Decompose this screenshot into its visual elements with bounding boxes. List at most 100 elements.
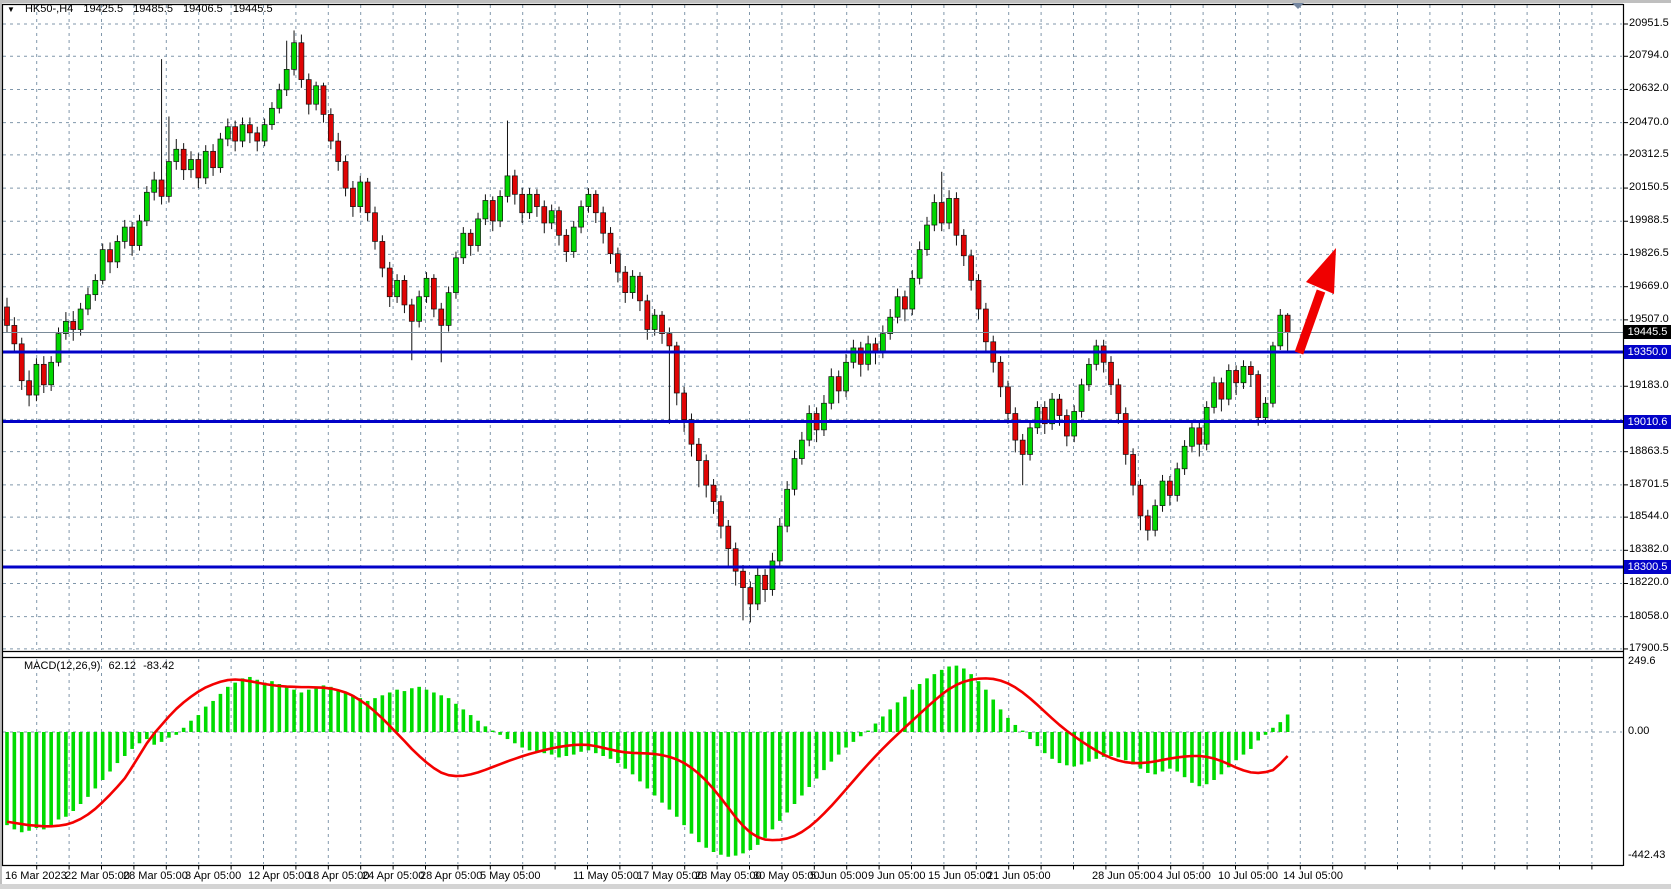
candle-body xyxy=(1086,364,1091,384)
candle-body xyxy=(866,344,871,364)
candle-body xyxy=(660,315,665,333)
candle-body xyxy=(880,334,885,352)
candle-body xyxy=(269,108,274,124)
candle-body xyxy=(623,272,628,292)
candle-body xyxy=(615,254,620,272)
candle-body xyxy=(78,309,83,329)
candle-body xyxy=(144,192,149,221)
candle-body xyxy=(939,203,944,223)
candle-body xyxy=(1101,346,1106,362)
candle-body xyxy=(1131,454,1136,485)
candle-body xyxy=(1278,315,1283,346)
candle-body xyxy=(358,182,363,207)
candle-body xyxy=(520,194,525,212)
candle-body xyxy=(130,227,135,245)
candle-body xyxy=(137,221,142,246)
candle-body xyxy=(395,280,400,296)
candle-body xyxy=(365,182,370,213)
candle-body xyxy=(645,301,650,330)
candle-body xyxy=(512,176,517,194)
candle-body xyxy=(652,315,657,329)
candle-body xyxy=(836,377,841,391)
candle-body xyxy=(1167,481,1172,495)
candle-body xyxy=(1197,428,1202,444)
candle-body xyxy=(1064,416,1069,436)
candle-body xyxy=(277,90,282,108)
candle-body xyxy=(181,149,186,169)
candle-body xyxy=(983,309,988,342)
candle-body xyxy=(490,200,495,220)
candle-body xyxy=(586,194,591,206)
candle-body xyxy=(711,485,716,501)
chart-canvas[interactable] xyxy=(0,0,1671,889)
candle-body xyxy=(785,489,790,526)
candle-body xyxy=(954,198,959,235)
candle-body xyxy=(542,207,547,223)
candle-body xyxy=(1263,403,1268,417)
candle-body xyxy=(174,149,179,161)
window-bottom-edge xyxy=(0,884,1671,889)
candle-body xyxy=(284,69,289,89)
candle-body xyxy=(895,297,900,317)
candle-body xyxy=(1270,346,1275,403)
candle-body xyxy=(314,86,319,104)
candle-body xyxy=(350,188,355,206)
candle-body xyxy=(453,258,458,293)
candle-body xyxy=(807,413,812,440)
candle-body xyxy=(122,227,127,241)
candle-body xyxy=(888,317,893,333)
candle-body xyxy=(925,225,930,250)
candle-body xyxy=(1285,315,1290,332)
candle-body xyxy=(483,200,488,218)
candle-body xyxy=(476,219,481,246)
candle-body xyxy=(5,307,10,325)
candle-body xyxy=(262,125,267,141)
candle-body xyxy=(93,280,98,294)
candle-body xyxy=(1219,383,1224,399)
candle-body xyxy=(741,571,746,587)
candle-body xyxy=(1094,346,1099,364)
candle-body xyxy=(461,233,466,258)
candle-body xyxy=(63,321,68,333)
candle-body xyxy=(682,393,687,420)
candle-body xyxy=(1212,383,1217,408)
chart-background xyxy=(0,0,1671,889)
candle-body xyxy=(976,280,981,309)
candle-body xyxy=(56,334,61,363)
candle-body xyxy=(233,127,238,141)
candle-body xyxy=(851,348,856,362)
candle-body xyxy=(947,198,952,223)
candle-body xyxy=(1057,399,1062,415)
candle-body xyxy=(777,526,782,561)
candle-body xyxy=(321,86,326,115)
candle-body xyxy=(505,176,510,196)
candle-body xyxy=(12,325,17,343)
candle-body xyxy=(387,268,392,297)
candle-body xyxy=(211,151,216,167)
candle-body xyxy=(299,43,304,80)
candle-body xyxy=(608,233,613,253)
candle-body xyxy=(579,207,584,227)
candle-body xyxy=(159,180,164,196)
candle-body xyxy=(792,459,797,490)
candle-body xyxy=(203,151,208,178)
candle-body xyxy=(637,276,642,301)
candle-body xyxy=(100,250,105,281)
candle-body xyxy=(748,588,753,604)
candle-body xyxy=(1234,370,1239,382)
candle-body xyxy=(439,309,444,325)
candle-body xyxy=(1175,469,1180,496)
candle-body xyxy=(225,127,230,139)
candle-body xyxy=(1226,370,1231,399)
candle-body xyxy=(1248,366,1253,374)
candle-body xyxy=(1160,481,1165,506)
candle-body xyxy=(1116,385,1121,414)
candle-body xyxy=(726,526,731,549)
candle-body xyxy=(1256,375,1261,418)
candle-body xyxy=(1035,407,1040,427)
window-left-edge xyxy=(0,0,2,889)
candle-body xyxy=(1123,413,1128,454)
candle-body xyxy=(240,125,245,141)
candle-body xyxy=(1189,428,1194,446)
candle-body xyxy=(763,575,768,589)
